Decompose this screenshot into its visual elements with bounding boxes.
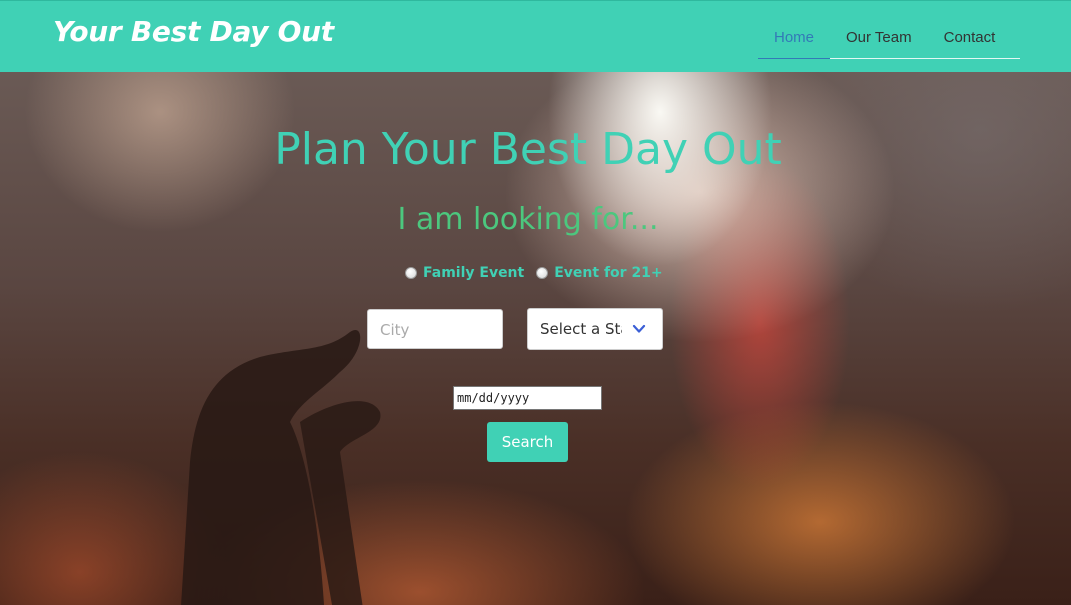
event-type-options: Family Event Event for 21+ [405, 263, 663, 283]
city-placeholder: City [380, 321, 410, 339]
nav-home-link[interactable]: Home [758, 21, 831, 59]
nav-contact-link[interactable]: Contact [928, 21, 1012, 59]
nav-our-team-link[interactable]: Our Team [830, 21, 928, 59]
search-button[interactable]: Search [487, 422, 568, 462]
page-subtitle: I am looking for... [397, 202, 659, 237]
family-event-label[interactable]: Family Event [423, 265, 524, 281]
page-title: Plan Your Best Day Out [274, 124, 782, 175]
city-input[interactable]: City [367, 309, 503, 349]
family-event-radio[interactable] [405, 267, 417, 279]
adult-event-label[interactable]: Event for 21+ [554, 265, 662, 281]
state-select-value: Select a State [540, 320, 622, 338]
chevron-down-icon [632, 324, 646, 333]
date-input[interactable]: mm/dd/yyyy [453, 386, 602, 410]
state-select[interactable]: Select a State [527, 308, 663, 350]
top-navbar: Your Best Day Out Home Our Team Contact [0, 0, 1071, 72]
nav-tabs: Home Our Team Contact [758, 21, 1020, 59]
brand-title[interactable]: Your Best Day Out [53, 15, 334, 48]
heart-hands-silhouette [181, 330, 381, 605]
adult-event-radio[interactable] [536, 267, 549, 279]
